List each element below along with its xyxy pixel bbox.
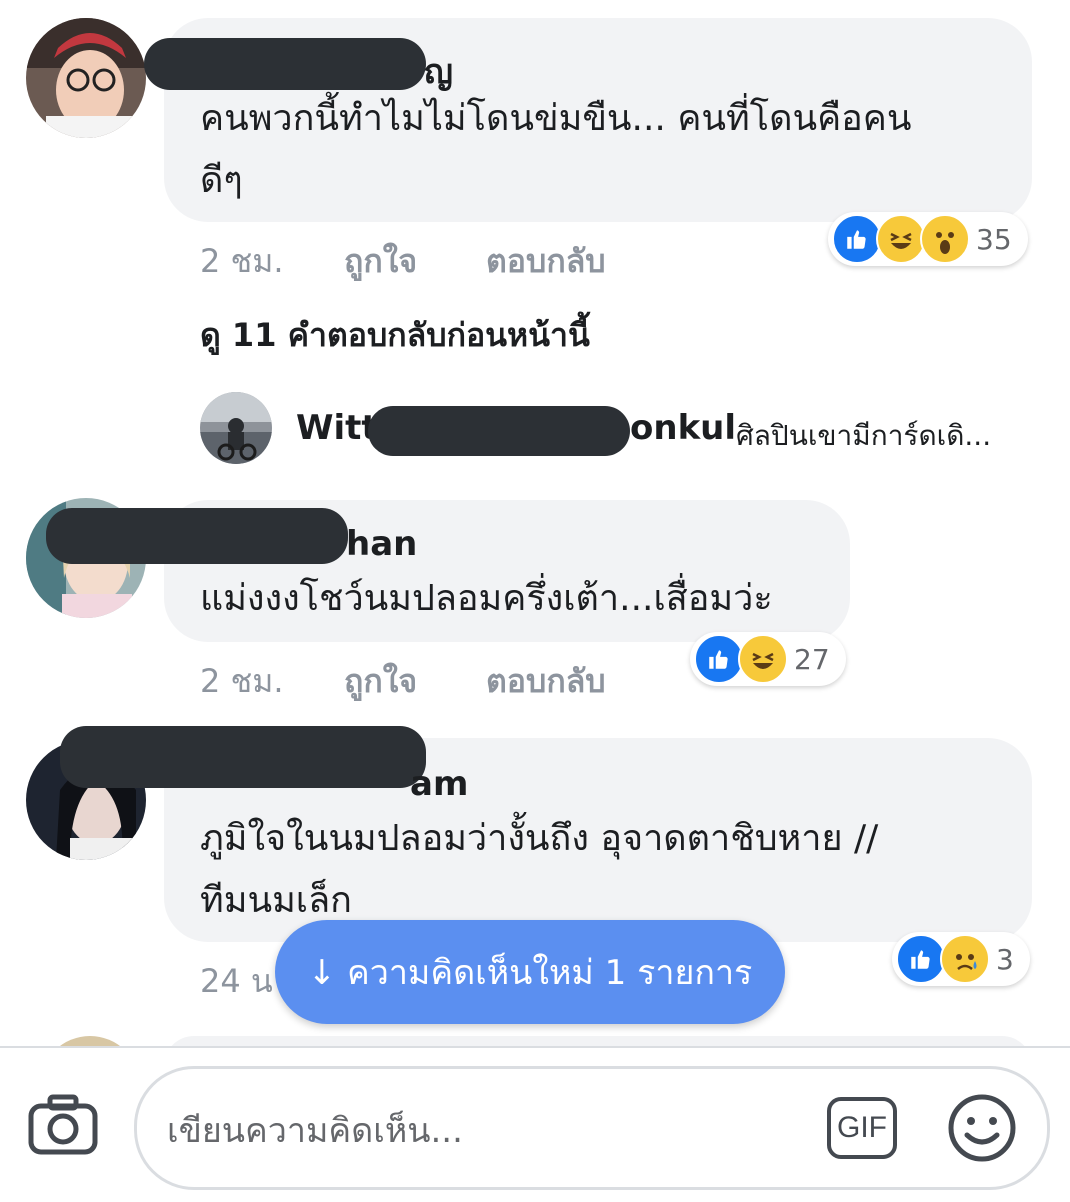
comment-timestamp[interactable]: 24 น (200, 956, 273, 1007)
gif-button[interactable]: GIF (827, 1097, 897, 1159)
comment-input[interactable]: เขียนความคิดเห็น... GIF (134, 1066, 1050, 1190)
like-icon (896, 934, 946, 984)
reply-author-suffix[interactable]: onkul (630, 408, 736, 448)
reply-button[interactable]: ตอบกลับ (486, 656, 606, 707)
avatar[interactable] (200, 392, 272, 464)
comment-text: คนพวกนี้ทำไมไม่โดนข่มขืน... คนที่โดนคือค… (200, 98, 912, 139)
comment-input-placeholder: เขียนความคิดเห็น... (167, 1111, 463, 1151)
comment-composer: เขียนความคิดเห็น... GIF (0, 1046, 1070, 1202)
reaction-count: 35 (976, 222, 1012, 256)
laugh-icon (876, 214, 926, 264)
reaction-summary[interactable]: 35 (828, 212, 1028, 266)
comment-text: ดีๆ (200, 160, 243, 201)
comment-author[interactable]: am (410, 764, 468, 804)
avatar[interactable] (26, 18, 146, 138)
comment-timestamp[interactable]: 2 ชม. (200, 236, 284, 287)
sad-icon (940, 934, 990, 984)
wow-icon (920, 214, 970, 264)
reply-preview-text[interactable]: ศิลปินเขามีการ์ดเดิ... (736, 414, 991, 458)
emoji-icon[interactable] (947, 1093, 1017, 1163)
reply-author-prefix[interactable]: Witt (296, 408, 378, 448)
redacted-author-name (144, 38, 426, 90)
comment-text: แม่งงงโชว์นมปลอมครึ่งเต้า...เสื่อมว่ะ (200, 578, 773, 619)
comment-author[interactable]: han (346, 524, 417, 564)
redacted-author-name (46, 508, 348, 564)
reaction-summary[interactable]: 3 (892, 932, 1030, 986)
laugh-icon (738, 634, 788, 684)
reaction-count: 3 (996, 942, 1014, 976)
reaction-count: 27 (794, 642, 830, 676)
view-previous-replies-link[interactable]: ดู 11 คำตอบกลับก่อนหน้านี้ (200, 310, 590, 361)
redacted-author-name (368, 406, 630, 456)
comment-text: ภูมิใจในนมปลอมว่างั้นถึง อุจาดตาชิบหาย /… (200, 818, 879, 859)
new-comments-button[interactable]: ↓ ความคิดเห็นใหม่ 1 รายการ (275, 920, 785, 1024)
reaction-summary[interactable]: 27 (690, 632, 846, 686)
like-icon (832, 214, 882, 264)
gif-label: GIF (837, 1111, 887, 1144)
redacted-author-name (60, 726, 426, 788)
camera-icon[interactable] (26, 1088, 100, 1162)
comment-timestamp[interactable]: 2 ชม. (200, 656, 284, 707)
like-icon (694, 634, 744, 684)
like-button[interactable]: ถูกใจ (344, 656, 417, 707)
like-button[interactable]: ถูกใจ (344, 236, 417, 287)
reply-button[interactable]: ตอบกลับ (486, 236, 606, 287)
